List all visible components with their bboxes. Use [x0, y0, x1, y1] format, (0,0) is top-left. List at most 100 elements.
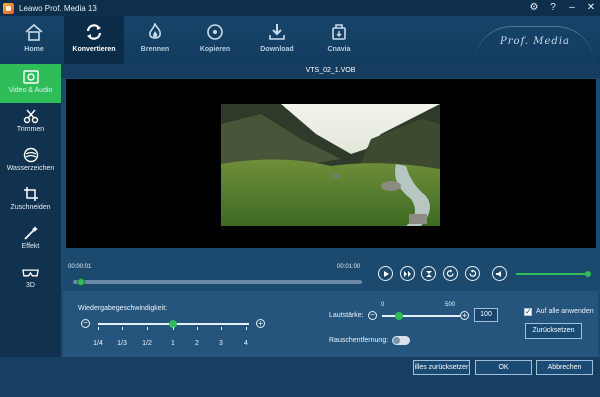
- volume-slider-handle[interactable]: [395, 312, 403, 320]
- volume-min-label: 0: [381, 302, 385, 308]
- speed-tick: [122, 327, 123, 330]
- noise-removal-label: Rauschentfernung:: [329, 337, 389, 344]
- effect-icon: [22, 224, 39, 241]
- nav-burn[interactable]: Brennen: [126, 16, 184, 64]
- nav-label: Brennen: [140, 46, 170, 53]
- nav-label: Kopieren: [199, 46, 231, 53]
- 3d-glasses-icon: [22, 263, 39, 280]
- home-icon: [25, 23, 43, 41]
- video-frame-image: [221, 104, 440, 226]
- speed-label: Wiedergabegeschwindigkeit:: [78, 305, 168, 312]
- speed-tick: [173, 327, 174, 330]
- current-time: 00:00:01: [68, 264, 92, 270]
- title-bar: Leawo Prof. Media 13 ⚙ ? – ✕: [0, 0, 600, 16]
- rotate-left-icon: [469, 269, 477, 277]
- apply-all-label: Auf alle anwenden: [536, 308, 594, 315]
- cancel-button[interactable]: Abbrechen: [536, 360, 593, 375]
- sidebar-item-watermark[interactable]: Wasserzeichen: [0, 142, 61, 181]
- volume-label: Lautstärke:: [329, 312, 364, 319]
- speed-tick-label: 1/2: [142, 340, 152, 347]
- apply-all-checkbox[interactable]: [524, 307, 532, 316]
- nav-copy[interactable]: Kopieren: [186, 16, 244, 64]
- play-icon: [383, 270, 389, 277]
- sidebar-item-label: Wasserzeichen: [6, 165, 55, 172]
- speed-tick-label: 1/3: [117, 340, 127, 347]
- nav-label: Cnavia: [327, 46, 351, 53]
- sidebar-item-label: 3D: [26, 282, 35, 289]
- speed-tick: [246, 327, 247, 330]
- speed-tick-label: 4: [244, 340, 248, 347]
- volume-decrease-button[interactable]: −: [368, 311, 377, 320]
- window-controls: ⚙ ? – ✕: [529, 0, 596, 16]
- speed-tick-label: 2: [195, 340, 199, 347]
- volume-slider-track[interactable]: [382, 315, 460, 317]
- sidebar-item-trim[interactable]: Trimmen: [0, 103, 61, 142]
- split-button[interactable]: [421, 266, 436, 281]
- sidebar-item-crop[interactable]: Zuschneiden: [0, 181, 61, 220]
- sidebar-item-label: Zuschneiden: [10, 204, 51, 211]
- volume-increase-button[interactable]: +: [460, 311, 469, 320]
- speed-tick-label: 1: [171, 340, 175, 347]
- speed-tick: [197, 327, 198, 330]
- split-icon: [425, 270, 432, 277]
- minimize-icon[interactable]: –: [567, 0, 577, 16]
- playback-volume-handle[interactable]: [585, 271, 591, 277]
- nav-cnavia[interactable]: Cnavia: [310, 16, 368, 64]
- volume-icon: [496, 270, 501, 277]
- rotate-left-button[interactable]: [465, 266, 480, 281]
- sidebar-item-label: Trimmen: [16, 126, 45, 133]
- speed-tick: [147, 327, 148, 330]
- sidebar-item-effect[interactable]: Effekt: [0, 220, 61, 259]
- progress-handle[interactable]: [76, 278, 85, 286]
- rotate-right-icon: [446, 269, 454, 277]
- play-button[interactable]: [378, 266, 393, 281]
- volume-value-field[interactable]: 100: [474, 308, 498, 322]
- brand-logo: Prof. Media: [500, 36, 570, 47]
- volume-max-label: 500: [445, 302, 456, 308]
- speed-tick-label: 1/4: [93, 340, 103, 347]
- nav-label: Konvertieren: [72, 46, 116, 53]
- speed-decrease-button[interactable]: −: [81, 319, 90, 328]
- playback-volume-slider[interactable]: [516, 273, 588, 275]
- speed-increase-button[interactable]: +: [256, 319, 265, 328]
- app-logo-icon: [3, 2, 14, 14]
- reset-button[interactable]: Zurücksetzen: [525, 323, 582, 339]
- nav-download[interactable]: Download: [248, 16, 306, 64]
- trim-icon: [22, 107, 39, 124]
- step-button[interactable]: [400, 266, 415, 281]
- sidebar-item-3d[interactable]: 3D: [0, 259, 61, 298]
- ok-button[interactable]: OK: [475, 360, 532, 375]
- download-icon: [269, 24, 285, 40]
- main-nav: Home Konvertieren Brennen Kopieren Downl…: [0, 16, 600, 64]
- rotate-right-button[interactable]: [443, 266, 458, 281]
- step-icon: [404, 270, 411, 277]
- progress-track[interactable]: [73, 280, 362, 284]
- end-time: 00:01:00: [337, 264, 361, 270]
- speed-tick: [221, 327, 222, 330]
- watermark-icon: [22, 146, 39, 163]
- cnavia-icon: [332, 24, 346, 40]
- convert-icon: [86, 24, 102, 40]
- mute-button[interactable]: [492, 266, 507, 281]
- sidebar-item-video-audio[interactable]: Video & Audio: [0, 64, 61, 103]
- file-name-label: VTS_02_1.VOB: [61, 64, 600, 78]
- help-icon[interactable]: ?: [548, 0, 558, 16]
- nav-convert[interactable]: Konvertieren: [64, 16, 124, 64]
- app-title: Leawo Prof. Media 13: [19, 3, 97, 13]
- nav-label: Home: [24, 46, 44, 53]
- speed-tick: [98, 327, 99, 330]
- reset-all-button[interactable]: illes zurücksetzer: [413, 360, 470, 375]
- nav-label: Download: [260, 46, 294, 53]
- toggle-knob: [393, 337, 400, 344]
- nav-home[interactable]: Home: [5, 16, 63, 64]
- burn-icon: [149, 23, 161, 39]
- video-audio-icon: [22, 68, 39, 85]
- sidebar-item-label: Video & Audio: [8, 87, 53, 94]
- edit-sidebar: Video & Audio Trimmen Wasserzeichen Zusc…: [0, 64, 61, 357]
- disc-copy-icon: [207, 24, 223, 40]
- sidebar-item-label: Effekt: [21, 243, 40, 250]
- close-icon[interactable]: ✕: [586, 0, 596, 16]
- video-preview[interactable]: [66, 79, 596, 248]
- gear-icon[interactable]: ⚙: [529, 0, 539, 16]
- crop-icon: [22, 185, 39, 202]
